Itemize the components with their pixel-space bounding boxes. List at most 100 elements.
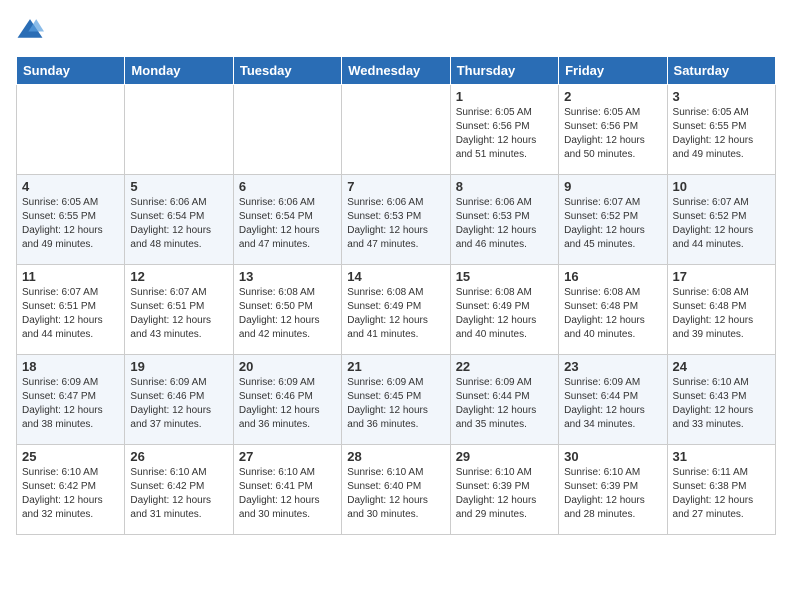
day-info: Sunrise: 6:09 AM Sunset: 6:45 PM Dayligh… <box>347 376 444 432</box>
day-info: Sunrise: 6:09 AM Sunset: 6:44 PM Dayligh… <box>564 376 661 432</box>
calendar-cell: 21 Sunrise: 6:09 AM Sunset: 6:45 PM Dayli… <box>342 355 450 445</box>
day-number: 15 <box>456 269 553 284</box>
day-number: 23 <box>564 359 661 374</box>
week-row-4: 18 Sunrise: 6:09 AM Sunset: 6:47 PM Dayli… <box>17 355 776 445</box>
day-number: 14 <box>347 269 444 284</box>
day-number: 31 <box>673 449 770 464</box>
day-info: Sunrise: 6:10 AM Sunset: 6:41 PM Dayligh… <box>239 466 336 522</box>
calendar-cell: 25 Sunrise: 6:10 AM Sunset: 6:42 PM Dayli… <box>17 445 125 535</box>
calendar-cell: 19 Sunrise: 6:09 AM Sunset: 6:46 PM Dayli… <box>125 355 233 445</box>
calendar-table: SundayMondayTuesdayWednesdayThursdayFrid… <box>16 56 776 535</box>
day-info: Sunrise: 6:10 AM Sunset: 6:40 PM Dayligh… <box>347 466 444 522</box>
day-info: Sunrise: 6:06 AM Sunset: 6:53 PM Dayligh… <box>456 196 553 252</box>
day-number: 18 <box>22 359 119 374</box>
weekday-header-saturday: Saturday <box>667 57 775 85</box>
week-row-5: 25 Sunrise: 6:10 AM Sunset: 6:42 PM Dayli… <box>17 445 776 535</box>
day-number: 4 <box>22 179 119 194</box>
calendar-cell: 7 Sunrise: 6:06 AM Sunset: 6:53 PM Daylig… <box>342 175 450 265</box>
day-number: 8 <box>456 179 553 194</box>
header <box>16 16 776 44</box>
calendar-cell: 17 Sunrise: 6:08 AM Sunset: 6:48 PM Dayli… <box>667 265 775 355</box>
calendar-cell: 4Sunrise: 6:05 AM Sunset: 6:55 PM Daylig… <box>17 175 125 265</box>
day-info: Sunrise: 6:07 AM Sunset: 6:51 PM Dayligh… <box>22 286 119 342</box>
weekday-header-wednesday: Wednesday <box>342 57 450 85</box>
day-info: Sunrise: 6:08 AM Sunset: 6:48 PM Dayligh… <box>673 286 770 342</box>
day-info: Sunrise: 6:05 AM Sunset: 6:56 PM Dayligh… <box>456 106 553 162</box>
weekday-header-tuesday: Tuesday <box>233 57 341 85</box>
calendar-cell: 20 Sunrise: 6:09 AM Sunset: 6:46 PM Dayli… <box>233 355 341 445</box>
logo <box>16 16 48 44</box>
logo-icon <box>16 16 44 44</box>
calendar-cell: 8 Sunrise: 6:06 AM Sunset: 6:53 PM Daylig… <box>450 175 558 265</box>
day-number: 7 <box>347 179 444 194</box>
week-row-3: 11Sunrise: 6:07 AM Sunset: 6:51 PM Dayli… <box>17 265 776 355</box>
day-number: 22 <box>456 359 553 374</box>
calendar-cell: 24 Sunrise: 6:10 AM Sunset: 6:43 PM Dayli… <box>667 355 775 445</box>
calendar-cell: 11Sunrise: 6:07 AM Sunset: 6:51 PM Dayli… <box>17 265 125 355</box>
day-number: 19 <box>130 359 227 374</box>
day-info: Sunrise: 6:09 AM Sunset: 6:46 PM Dayligh… <box>130 376 227 432</box>
day-number: 2 <box>564 89 661 104</box>
day-number: 13 <box>239 269 336 284</box>
day-number: 27 <box>239 449 336 464</box>
day-info: Sunrise: 6:09 AM Sunset: 6:46 PM Dayligh… <box>239 376 336 432</box>
day-info: Sunrise: 6:07 AM Sunset: 6:52 PM Dayligh… <box>564 196 661 252</box>
weekday-header-friday: Friday <box>559 57 667 85</box>
day-info: Sunrise: 6:07 AM Sunset: 6:52 PM Dayligh… <box>673 196 770 252</box>
calendar-cell: 6 Sunrise: 6:06 AM Sunset: 6:54 PM Daylig… <box>233 175 341 265</box>
calendar-cell: 16Sunrise: 6:08 AM Sunset: 6:48 PM Dayli… <box>559 265 667 355</box>
day-info: Sunrise: 6:11 AM Sunset: 6:38 PM Dayligh… <box>673 466 770 522</box>
day-info: Sunrise: 6:10 AM Sunset: 6:39 PM Dayligh… <box>564 466 661 522</box>
day-info: Sunrise: 6:07 AM Sunset: 6:51 PM Dayligh… <box>130 286 227 342</box>
day-number: 10 <box>673 179 770 194</box>
calendar-cell <box>233 85 341 175</box>
day-info: Sunrise: 6:10 AM Sunset: 6:43 PM Dayligh… <box>673 376 770 432</box>
calendar-cell: 13 Sunrise: 6:08 AM Sunset: 6:50 PM Dayli… <box>233 265 341 355</box>
calendar-cell <box>125 85 233 175</box>
day-info: Sunrise: 6:05 AM Sunset: 6:55 PM Dayligh… <box>673 106 770 162</box>
day-number: 17 <box>673 269 770 284</box>
calendar-cell: 1Sunrise: 6:05 AM Sunset: 6:56 PM Daylig… <box>450 85 558 175</box>
day-number: 21 <box>347 359 444 374</box>
day-number: 3 <box>673 89 770 104</box>
day-info: Sunrise: 6:05 AM Sunset: 6:56 PM Dayligh… <box>564 106 661 162</box>
calendar-cell: 9 Sunrise: 6:07 AM Sunset: 6:52 PM Daylig… <box>559 175 667 265</box>
calendar-cell: 18 Sunrise: 6:09 AM Sunset: 6:47 PM Dayli… <box>17 355 125 445</box>
calendar-cell: 10 Sunrise: 6:07 AM Sunset: 6:52 PM Dayli… <box>667 175 775 265</box>
day-info: Sunrise: 6:06 AM Sunset: 6:53 PM Dayligh… <box>347 196 444 252</box>
day-number: 25 <box>22 449 119 464</box>
calendar-cell: 3 Sunrise: 6:05 AM Sunset: 6:55 PM Daylig… <box>667 85 775 175</box>
calendar-cell: 29 Sunrise: 6:10 AM Sunset: 6:39 PM Dayli… <box>450 445 558 535</box>
day-info: Sunrise: 6:10 AM Sunset: 6:42 PM Dayligh… <box>22 466 119 522</box>
day-number: 26 <box>130 449 227 464</box>
calendar-cell: 2 Sunrise: 6:05 AM Sunset: 6:56 PM Daylig… <box>559 85 667 175</box>
weekday-header-thursday: Thursday <box>450 57 558 85</box>
weekday-header-row: SundayMondayTuesdayWednesdayThursdayFrid… <box>17 57 776 85</box>
calendar-cell: 12Sunrise: 6:07 AM Sunset: 6:51 PM Dayli… <box>125 265 233 355</box>
day-info: Sunrise: 6:06 AM Sunset: 6:54 PM Dayligh… <box>239 196 336 252</box>
week-row-2: 4Sunrise: 6:05 AM Sunset: 6:55 PM Daylig… <box>17 175 776 265</box>
day-info: Sunrise: 6:10 AM Sunset: 6:39 PM Dayligh… <box>456 466 553 522</box>
day-info: Sunrise: 6:10 AM Sunset: 6:42 PM Dayligh… <box>130 466 227 522</box>
day-number: 28 <box>347 449 444 464</box>
calendar-cell: 30 Sunrise: 6:10 AM Sunset: 6:39 PM Dayli… <box>559 445 667 535</box>
day-info: Sunrise: 6:08 AM Sunset: 6:50 PM Dayligh… <box>239 286 336 342</box>
calendar-cell <box>17 85 125 175</box>
calendar-cell: 14 Sunrise: 6:08 AM Sunset: 6:49 PM Dayli… <box>342 265 450 355</box>
calendar-cell: 28 Sunrise: 6:10 AM Sunset: 6:40 PM Dayli… <box>342 445 450 535</box>
day-number: 30 <box>564 449 661 464</box>
day-number: 20 <box>239 359 336 374</box>
calendar-cell: 5Sunrise: 6:06 AM Sunset: 6:54 PM Daylig… <box>125 175 233 265</box>
day-info: Sunrise: 6:08 AM Sunset: 6:49 PM Dayligh… <box>456 286 553 342</box>
calendar-cell: 15 Sunrise: 6:08 AM Sunset: 6:49 PM Dayli… <box>450 265 558 355</box>
day-info: Sunrise: 6:08 AM Sunset: 6:49 PM Dayligh… <box>347 286 444 342</box>
day-info: Sunrise: 6:09 AM Sunset: 6:47 PM Dayligh… <box>22 376 119 432</box>
calendar-cell: 26 Sunrise: 6:10 AM Sunset: 6:42 PM Dayli… <box>125 445 233 535</box>
day-number: 6 <box>239 179 336 194</box>
day-number: 9 <box>564 179 661 194</box>
day-number: 24 <box>673 359 770 374</box>
day-number: 5 <box>130 179 227 194</box>
day-number: 29 <box>456 449 553 464</box>
week-row-1: 1Sunrise: 6:05 AM Sunset: 6:56 PM Daylig… <box>17 85 776 175</box>
day-number: 16 <box>564 269 661 284</box>
